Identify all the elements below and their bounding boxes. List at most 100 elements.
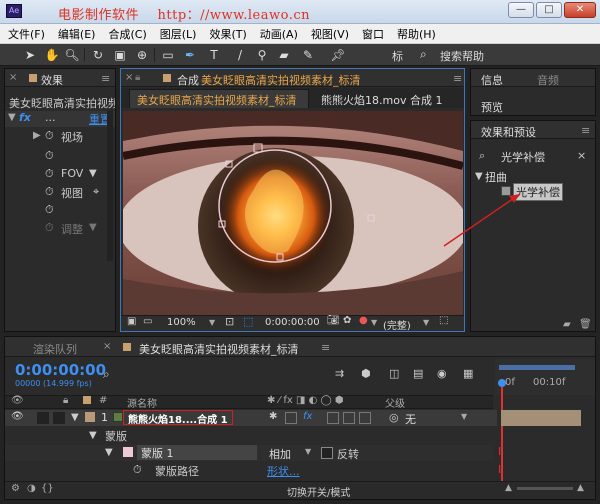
- brush-tool-icon[interactable]: /: [232, 47, 248, 63]
- camera-tool-icon[interactable]: ▣: [112, 47, 128, 63]
- menu-composition[interactable]: 合成(C): [108, 26, 146, 42]
- menu-view[interactable]: 视图(V): [311, 26, 349, 42]
- channel-icon[interactable]: ●: [359, 315, 368, 326]
- panel-menu-icon[interactable]: ≡: [581, 124, 590, 137]
- parent-column[interactable]: 父级: [385, 395, 405, 410]
- scrollbar[interactable]: [107, 111, 113, 261]
- frame-blending-icon[interactable]: ▤: [413, 367, 423, 380]
- crosshair-icon[interactable]: ⌖: [93, 185, 99, 199]
- mask-mode-select[interactable]: 相加: [269, 446, 291, 462]
- menu-animation[interactable]: 动画(A): [260, 26, 298, 42]
- close-button[interactable]: ✕: [564, 2, 596, 18]
- dropdown-arrow-icon[interactable]: ▼: [89, 222, 97, 233]
- expand-arrow-icon[interactable]: ▼: [8, 112, 16, 123]
- monitor-icon[interactable]: ▭: [143, 316, 152, 327]
- expand-arrow-icon[interactable]: ▶: [33, 130, 41, 141]
- parent-select[interactable]: 无: [405, 411, 416, 427]
- dropdown-arrow-icon[interactable]: ▼: [305, 447, 311, 456]
- zoom-out-icon[interactable]: ▲: [505, 483, 512, 493]
- pen-tool-icon[interactable]: ✒: [182, 47, 198, 63]
- lock-icon[interactable]: 🔒︎: [135, 72, 140, 83]
- source-name-column[interactable]: 源名称: [127, 395, 157, 410]
- panel-close-icon[interactable]: ×: [125, 72, 133, 83]
- panel-menu-icon[interactable]: ≡: [453, 72, 462, 85]
- expand-arrow-icon[interactable]: ▼: [475, 171, 483, 182]
- resolution-select[interactable]: (完整): [383, 317, 411, 332]
- effect-item-optics-compensation[interactable]: 光学补偿: [513, 183, 563, 201]
- lock-toggle[interactable]: [53, 412, 65, 424]
- mask-path-value[interactable]: 形状...: [267, 463, 300, 479]
- roto-brush-tool-icon[interactable]: ✎: [300, 47, 316, 63]
- effects-presets-tab[interactable]: 效果和预设: [481, 124, 536, 140]
- stopwatch-icon[interactable]: ⏱︎: [45, 129, 54, 143]
- stopwatch-icon[interactable]: ⏱︎: [45, 221, 54, 235]
- subtab-fire-comp[interactable]: 熊熊火焰18.mov 合成 1: [321, 92, 442, 108]
- current-time-indicator-head[interactable]: [498, 379, 506, 387]
- selection-tool-icon[interactable]: ➤: [22, 47, 38, 63]
- snapshot-icon[interactable]: 📷︎: [327, 315, 340, 326]
- comp-flowchart-icon[interactable]: ⇉: [335, 367, 344, 380]
- stopwatch-icon[interactable]: ⏱︎: [45, 185, 54, 199]
- 3d-draft-icon[interactable]: ⬢: [361, 367, 371, 380]
- current-timecode[interactable]: 0:00:00:00: [265, 317, 320, 328]
- collapse-transform-icon[interactable]: ✱: [269, 411, 277, 422]
- zoom-level[interactable]: 100%: [167, 317, 196, 328]
- search-icon[interactable]: ⌕: [103, 367, 110, 382]
- invert-checkbox[interactable]: [321, 447, 333, 459]
- pan-behind-tool-icon[interactable]: ⊕: [134, 47, 150, 63]
- quality-toggle[interactable]: [285, 412, 297, 424]
- subtab-comp-main[interactable]: 美女眨眼高清实拍视频素材_标清: [137, 92, 297, 108]
- zoom-tool-icon[interactable]: 🔍︎: [64, 47, 80, 63]
- expand-arrow-icon[interactable]: ▼: [71, 412, 79, 423]
- adjustment-toggle[interactable]: [359, 412, 371, 424]
- panel-close-icon[interactable]: ×: [9, 72, 17, 83]
- pick-whip-icon[interactable]: ◎: [389, 411, 399, 424]
- video-preview[interactable]: [123, 111, 463, 315]
- timeline-comp-tab[interactable]: 美女眨眼高清实拍视频素材_标清: [139, 341, 299, 357]
- eraser-tool-icon[interactable]: ▰: [276, 47, 292, 63]
- text-tool-icon[interactable]: T: [206, 47, 222, 63]
- maximize-button[interactable]: □: [536, 2, 562, 18]
- new-folder-icon[interactable]: ▰: [563, 319, 571, 330]
- expand-layer-switches-icon[interactable]: ⚙︎: [11, 483, 20, 494]
- graph-editor-icon[interactable]: ▦: [463, 367, 473, 380]
- hand-tool-icon[interactable]: ✋: [44, 47, 60, 63]
- dropdown-arrow-icon[interactable]: ▼: [461, 412, 467, 421]
- minimize-button[interactable]: —: [508, 2, 534, 18]
- show-snapshot-icon[interactable]: ✿: [343, 315, 351, 326]
- audio-tab[interactable]: 音频: [537, 72, 559, 88]
- visibility-eye-icon[interactable]: 👁︎: [11, 411, 24, 422]
- rectangle-tool-icon[interactable]: ▭: [160, 47, 176, 63]
- expand-arrow-icon[interactable]: ▼: [89, 430, 97, 441]
- clear-search-icon[interactable]: ×: [577, 149, 586, 162]
- preview-tab[interactable]: 预览: [481, 99, 503, 115]
- effects-search-input[interactable]: 光学补偿: [501, 149, 545, 165]
- mask-name[interactable]: 蒙版 1: [137, 445, 257, 460]
- safe-margins-icon[interactable]: ⊡: [225, 315, 234, 328]
- clone-stamp-tool-icon[interactable]: ⚲: [254, 47, 270, 63]
- shy-layers-icon[interactable]: ◫: [389, 367, 399, 380]
- work-area-bar[interactable]: [499, 365, 575, 370]
- region-of-interest-icon[interactable]: ⬚: [439, 315, 448, 326]
- menu-layer[interactable]: 图层(L): [160, 26, 197, 42]
- motion-blur-toggle[interactable]: [343, 412, 355, 424]
- timeline-zoom-slider[interactable]: [517, 487, 573, 490]
- dropdown-arrow-icon[interactable]: ▼: [371, 318, 377, 327]
- workspace-label[interactable]: 标: [392, 48, 403, 64]
- panel-menu-icon[interactable]: ≡: [101, 72, 110, 85]
- menu-edit[interactable]: 编辑(E): [58, 26, 96, 42]
- search-icon[interactable]: ⌕: [479, 149, 485, 163]
- label-color-swatch[interactable]: [85, 412, 95, 422]
- zoom-in-icon[interactable]: ▲: [577, 483, 584, 493]
- stopwatch-icon[interactable]: ⏱︎: [45, 149, 54, 163]
- comp-tab[interactable]: 美女眨眼高清实拍视频素材_标清: [201, 72, 361, 88]
- always-preview-icon[interactable]: ▣: [127, 316, 136, 327]
- layer-duration-bar[interactable]: [501, 410, 581, 426]
- stopwatch-icon[interactable]: ⏱︎: [45, 203, 54, 217]
- menu-window[interactable]: 窗口: [362, 26, 384, 42]
- menu-help[interactable]: 帮助(H): [397, 26, 436, 42]
- expand-transfer-icon[interactable]: ◑: [27, 483, 36, 494]
- menu-effect[interactable]: 效果(T): [209, 26, 246, 42]
- panel-close-icon[interactable]: ×: [103, 341, 111, 352]
- fx-toggle[interactable]: fx: [303, 411, 312, 422]
